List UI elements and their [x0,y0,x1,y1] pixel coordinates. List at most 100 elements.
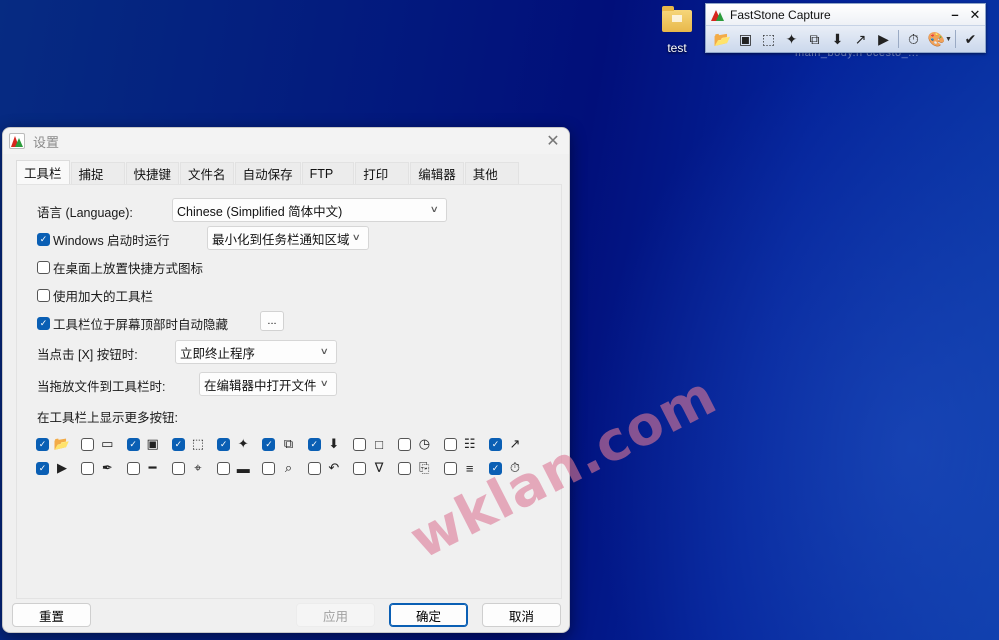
toolbar-settings-panel: 语言 (Language): Chinese (Simplified 简体中文)… [16,184,562,599]
toolbar-button-option: ⎘ [398,460,443,476]
apply-button[interactable]: 应用 [296,603,375,627]
startup-mode-select[interactable]: 最小化到任务栏通知区域 ∨ [207,226,369,250]
dialog-title: 设置 [33,134,60,150]
toolbar-button-option: □ [353,436,398,452]
delay-timer-icon[interactable]: ⏱ [902,29,925,49]
color-picker-icon: ✒ [101,460,113,475]
on-drop-select[interactable]: 在编辑器中打开文件 ∨ [199,372,337,396]
text-capture-icon: ☷ [463,436,476,451]
delayed-capture-clock-checkbox[interactable] [398,437,412,451]
large-toolbar-checkbox[interactable] [37,289,50,302]
faststone-toolbar: FastStone Capture – ✕ 📂 ▣ ⬚ ✦ ⧉ ⬇ ↗ ▶ ⏱ 🎨 ▼ ✔ [705,3,986,53]
open-file-icon[interactable]: 📂 [711,29,734,49]
tab-filename[interactable]: 文件名 [180,162,234,184]
magnifier-checkbox[interactable] [262,461,276,475]
toolbar-button-option: ✓ ⬚ [171,436,217,452]
chevron-down-icon: ∨ [430,204,440,214]
screen-recorder-checkbox[interactable]: ✓ [36,461,49,475]
large-toolbar-label: 使用加大的工具栏 [53,290,154,304]
on-close-select[interactable]: 立即终止程序 ∨ [175,340,337,364]
toolbar-button-option: ≡ [443,460,489,476]
output-checkbox[interactable]: ✓ [488,437,502,451]
desktop-shortcut-label: 在桌面上放置快捷方式图标 [53,262,204,276]
crosshair-icon: ⌖ [194,460,202,475]
toolbar-button-option: ⌖ [171,460,217,476]
language-select[interactable]: Chinese (Simplified 简体中文) ∨ [172,198,447,222]
faststone-title: FastStone Capture [730,7,831,22]
capture-rect-region-checkbox[interactable]: ✓ [171,437,185,451]
toolbar-button-option: ▬ [217,460,262,476]
toolbar-button-option: ━ [126,460,172,476]
join-images-checkbox[interactable] [443,461,457,475]
minimize-button[interactable]: – [945,7,965,22]
screen-ruler-checkbox[interactable] [126,461,140,475]
capture-freehand-icon: ✦ [237,436,249,451]
reset-button[interactable]: 重置 [12,603,91,627]
large-toolbar-row: 使用加大的工具栏 [37,286,153,305]
run-on-startup-checkbox[interactable]: ✓ [37,233,50,246]
cancel-button[interactable]: 取消 [482,603,561,627]
folder-icon [662,6,692,32]
dialog-close-button[interactable]: ✕ [537,129,569,153]
output-icon: ↗ [509,436,521,451]
capture-scrolling-icon[interactable]: ⬇ [826,29,849,49]
toolbar-buttons-row: ✓ ▶ ✒ ━ ⌖ ▬ ⌕ ↶ ∇ ⎘ ≡ ✓ ⏱ [36,456,536,480]
capture-window-object-checkbox[interactable]: ✓ [126,437,140,451]
toolbar-button-option: ▭ [81,436,126,452]
tab-capture[interactable]: 捕捉 [70,162,125,184]
tab-print[interactable]: 打印 [355,162,410,184]
tab-toolbar[interactable]: 工具栏 [16,160,70,184]
open-file-checkbox[interactable]: ✓ [36,437,49,451]
scanner-checkbox[interactable] [353,461,367,475]
toolbar-close-button[interactable]: ✕ [965,7,985,23]
faststone-app-icon [9,133,25,149]
auto-hide-checkbox[interactable]: ✓ [37,317,50,330]
tab-ftp[interactable]: FTP [301,162,355,184]
horizontal-bar-checkbox[interactable] [217,461,231,475]
settings-dialog: 设置 ✕ 工具栏 捕捉 快捷键 文件名 自动保存 FTP 打印 编辑器 其他 语… [2,127,570,633]
capture-freehand-icon[interactable]: ✦ [780,29,803,49]
output-icon[interactable]: ↗ [849,29,872,49]
tab-editor[interactable]: 编辑器 [410,162,464,184]
desktop-background [560,0,999,640]
toolbar-button-option: ✓ ✦ [217,436,262,452]
toolbar-button-option: ✓ ▣ [126,436,172,452]
tab-hotkeys[interactable]: 快捷键 [125,162,180,184]
text-capture-checkbox[interactable] [443,437,457,451]
timer-icon: ⏱ [509,460,521,475]
tab-autosave[interactable]: 自动保存 [234,162,301,184]
capture-freehand-checkbox[interactable]: ✓ [217,437,231,451]
capture-scrolling-checkbox[interactable]: ✓ [307,437,321,451]
toolbar-buttons-grid: ✓ 📂 ▭ ✓ ▣ ✓ ⬚ ✓ ✦ ✓ ⧉ ✓ ⬇ □ ◷ ☷ ✓ ↗ ✓ ▶ ✒ ━ ⌖ ▬ ⌕ ↶ ∇ ⎘ ≡ ✓ ⏱ [36,432,536,480]
dropdown-arrow-icon[interactable]: ▼ [945,36,952,43]
chevron-down-icon: ∨ [320,346,330,356]
capture-active-window-checkbox[interactable] [81,437,95,451]
on-drop-row: 当拖放文件到工具栏时: [37,376,165,395]
pdf-checkbox[interactable] [398,461,412,475]
capture-fullscreen-checkbox[interactable]: ✓ [262,437,276,451]
tab-other[interactable]: 其他 [464,162,519,184]
dialog-titlebar[interactable]: 设置 ✕ [3,128,569,154]
faststone-titlebar[interactable]: FastStone Capture – ✕ [706,4,985,25]
undo-arrow-checkbox[interactable] [307,461,321,475]
capture-fixed-region-checkbox[interactable] [353,437,367,451]
timer-checkbox[interactable]: ✓ [488,461,502,475]
screen-recorder-icon: ▶ [57,460,67,475]
color-picker-checkbox[interactable] [81,461,95,475]
auto-hide-options-button[interactable]: ... [260,311,284,331]
screen-recorder-icon[interactable]: ▶ [872,29,895,49]
ok-button[interactable]: 确定 [389,603,468,627]
run-on-startup-label: Windows 启动时运行 [53,234,170,248]
capture-window-icon[interactable]: ▣ [734,29,757,49]
capture-fullscreen-icon[interactable]: ⧉ [803,29,826,49]
desktop-shortcut-checkbox[interactable] [37,261,50,274]
capture-rect-region-icon[interactable]: ⬚ [757,29,780,49]
pdf-icon: ⎘ [419,460,430,475]
on-close-row: 当点击 [X] 按钮时: [37,344,138,363]
crosshair-checkbox[interactable] [171,461,185,475]
language-label: 语言 (Language): [37,206,133,220]
settings-menu-icon[interactable]: ✔ [959,29,982,49]
desktop-folder-test[interactable]: test [655,6,699,55]
auto-hide-row: ✓ 工具栏位于屏幕顶部时自动隐藏 [37,314,228,333]
toolbar-button-option: ↶ [307,460,353,476]
